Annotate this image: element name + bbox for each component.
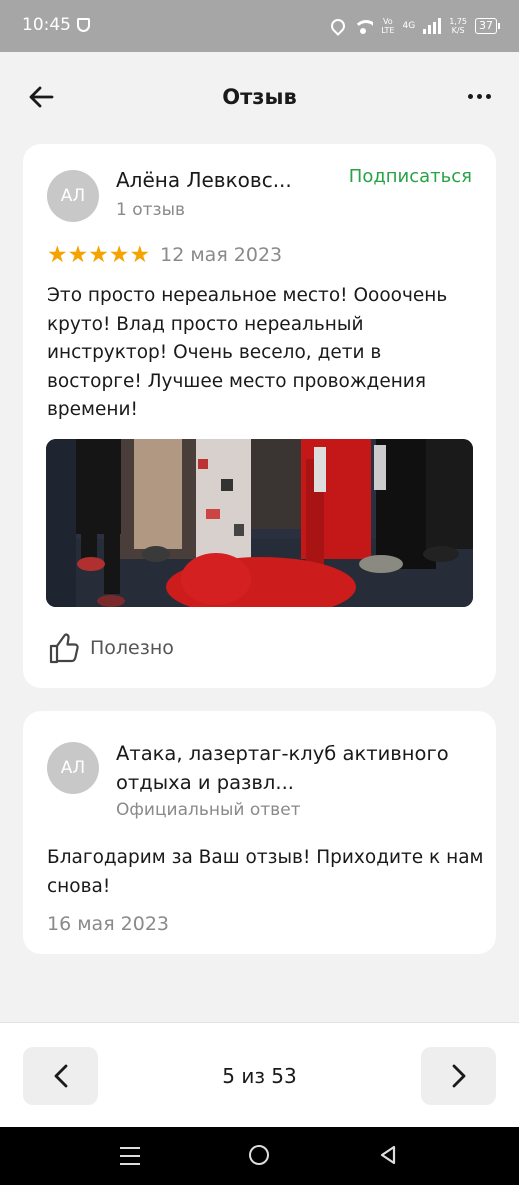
thumbs-up-icon <box>49 633 79 664</box>
location-icon <box>328 16 349 36</box>
star-icon: ★ <box>88 242 109 268</box>
helpful-label: Полезно <box>90 637 174 659</box>
review-text: Это просто нереальное место! Оооочень кр… <box>47 285 448 420</box>
network-type: 4G <box>402 21 416 31</box>
wifi-icon <box>353 18 374 34</box>
shield-icon <box>77 18 90 32</box>
org-avatar[interactable]: АЛ <box>47 742 99 794</box>
author-name[interactable]: Алёна Левковс... <box>116 168 292 192</box>
reply-date: 16 мая 2023 <box>47 913 170 935</box>
author-review-count: 1 отзыв <box>116 200 186 220</box>
recent-apps-icon[interactable] <box>120 1147 140 1171</box>
star-rating: ★ ★ ★ ★ ★ <box>47 242 150 268</box>
status-time: 10:45 <box>22 15 71 35</box>
app-bar: Отзыв <box>0 52 519 142</box>
net-speed: 1,75 K/S <box>449 17 467 35</box>
avatar[interactable]: АЛ <box>47 170 99 222</box>
rating-row: ★ ★ ★ ★ ★ 12 мая 2023 <box>47 242 282 268</box>
review-date: 12 мая 2023 <box>160 244 283 266</box>
subscribe-button[interactable]: Подписаться <box>349 166 472 187</box>
star-icon: ★ <box>129 242 151 268</box>
helpful-button[interactable]: Полезно <box>49 631 174 665</box>
volte-indicator: Vo LTE <box>381 17 395 35</box>
signal-icon <box>423 18 442 34</box>
review-photo[interactable] <box>46 439 473 607</box>
more-dots-icon[interactable] <box>468 94 491 99</box>
nav-back-icon[interactable] <box>378 1145 398 1165</box>
official-reply-label: Официальный ответ <box>116 800 301 820</box>
pager-bar: 5 из 53 <box>0 1022 519 1127</box>
star-icon: ★ <box>47 242 68 268</box>
star-icon: ★ <box>67 242 89 268</box>
next-review-button[interactable] <box>421 1047 496 1105</box>
status-indicators: Vo LTE 4G 1,75 K/S 37 <box>328 13 500 39</box>
page-title: Отзыв <box>222 85 297 109</box>
status-bar: 10:45 Vo LTE 4G 1,75 K/S 37 <box>0 0 519 52</box>
chevron-right-icon <box>452 1064 465 1088</box>
reply-text: Благодарим за Ваш отзыв! Приходите к нам… <box>47 847 484 897</box>
battery-icon: 37 <box>475 18 500 34</box>
star-icon: ★ <box>108 242 130 268</box>
review-card: АЛ Алёна Левковс... Подписаться 1 отзыв … <box>23 144 496 688</box>
system-nav-bar <box>0 1127 519 1185</box>
reply-card: АЛ Атака, лазертаг-клуб активного отдыха… <box>23 711 496 954</box>
org-name[interactable]: Атака, лазертаг-клуб активного отдыха и … <box>116 739 466 797</box>
home-icon[interactable] <box>249 1145 269 1165</box>
